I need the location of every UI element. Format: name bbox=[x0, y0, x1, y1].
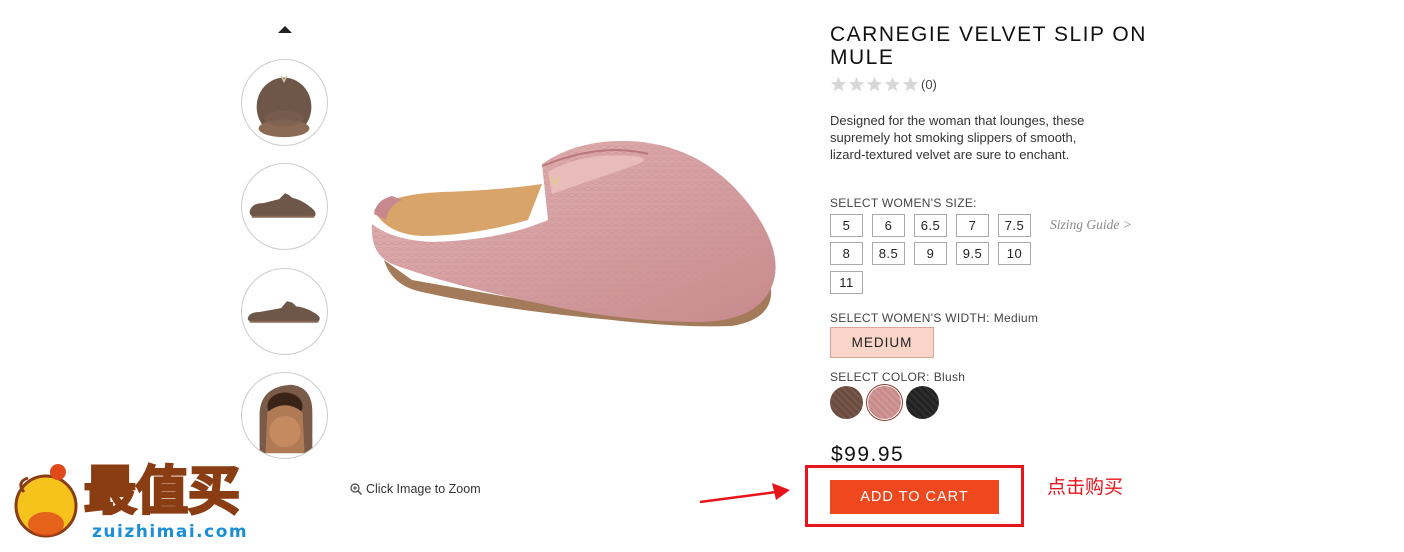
review-count[interactable]: (0) bbox=[921, 77, 937, 92]
add-to-cart-button[interactable]: ADD TO CART bbox=[830, 480, 999, 514]
size-option[interactable]: 10 bbox=[998, 242, 1031, 265]
zoom-hint-text: Click Image to Zoom bbox=[366, 482, 481, 496]
width-label-text: SELECT WOMEN'S WIDTH: bbox=[830, 311, 990, 325]
main-product-image[interactable] bbox=[352, 24, 798, 468]
thumbnail-back-view[interactable] bbox=[241, 372, 328, 459]
thumbnail-profile-view[interactable] bbox=[241, 268, 328, 355]
size-option[interactable]: 6.5 bbox=[914, 214, 947, 237]
sizing-guide-link[interactable]: Sizing Guide > bbox=[1050, 217, 1132, 233]
size-option[interactable]: 5 bbox=[830, 214, 863, 237]
color-swatch-brown[interactable] bbox=[830, 386, 863, 419]
product-price: $99.95 bbox=[831, 443, 905, 466]
star-icon bbox=[866, 76, 883, 92]
color-label: SELECT COLOR: Blush bbox=[830, 370, 965, 384]
width-label: SELECT WOMEN'S WIDTH: Medium bbox=[830, 311, 1038, 325]
size-option[interactable]: 8 bbox=[830, 242, 863, 265]
color-selected-value: Blush bbox=[933, 370, 966, 384]
size-label: SELECT WOMEN'S SIZE: bbox=[830, 196, 977, 210]
product-description: Designed for the woman that lounges, the… bbox=[830, 113, 1085, 162]
size-option[interactable]: 11 bbox=[830, 271, 863, 294]
size-option[interactable]: 7.5 bbox=[998, 214, 1031, 237]
star-icon bbox=[830, 76, 847, 92]
zoom-in-icon bbox=[350, 483, 362, 495]
width-selected-value: Medium bbox=[993, 311, 1039, 325]
thumbnail-scroll-up-arrow[interactable] bbox=[278, 26, 292, 33]
annotation-arrow-icon bbox=[699, 483, 790, 504]
size-option[interactable]: 8.5 bbox=[872, 242, 905, 265]
watermark-brand-text: 最值买 bbox=[83, 461, 242, 524]
watermark-domain: zuizhimai.com bbox=[92, 522, 249, 542]
size-option[interactable]: 9 bbox=[914, 242, 947, 265]
star-icon bbox=[902, 76, 919, 92]
zoom-hint: Click Image to Zoom bbox=[350, 481, 490, 498]
star-icon bbox=[884, 76, 901, 92]
product-title: CARNEGIE VELVET SLIP ON MULE bbox=[830, 23, 1147, 69]
size-option[interactable]: 7 bbox=[956, 214, 989, 237]
product-rating[interactable]: (0) bbox=[830, 76, 937, 93]
size-option[interactable]: 9.5 bbox=[956, 242, 989, 265]
color-label-text: SELECT COLOR: bbox=[830, 370, 930, 384]
annotation-text: 点击购买 bbox=[1047, 476, 1124, 498]
thumbnail-top-view[interactable] bbox=[241, 59, 328, 146]
size-option[interactable]: 6 bbox=[872, 214, 905, 237]
star-icon bbox=[848, 76, 865, 92]
thumbnail-side-view[interactable] bbox=[241, 163, 328, 250]
width-option-medium[interactable]: MEDIUM bbox=[830, 327, 934, 358]
color-swatch-black[interactable] bbox=[906, 386, 939, 419]
color-swatch-blush[interactable] bbox=[868, 386, 901, 419]
